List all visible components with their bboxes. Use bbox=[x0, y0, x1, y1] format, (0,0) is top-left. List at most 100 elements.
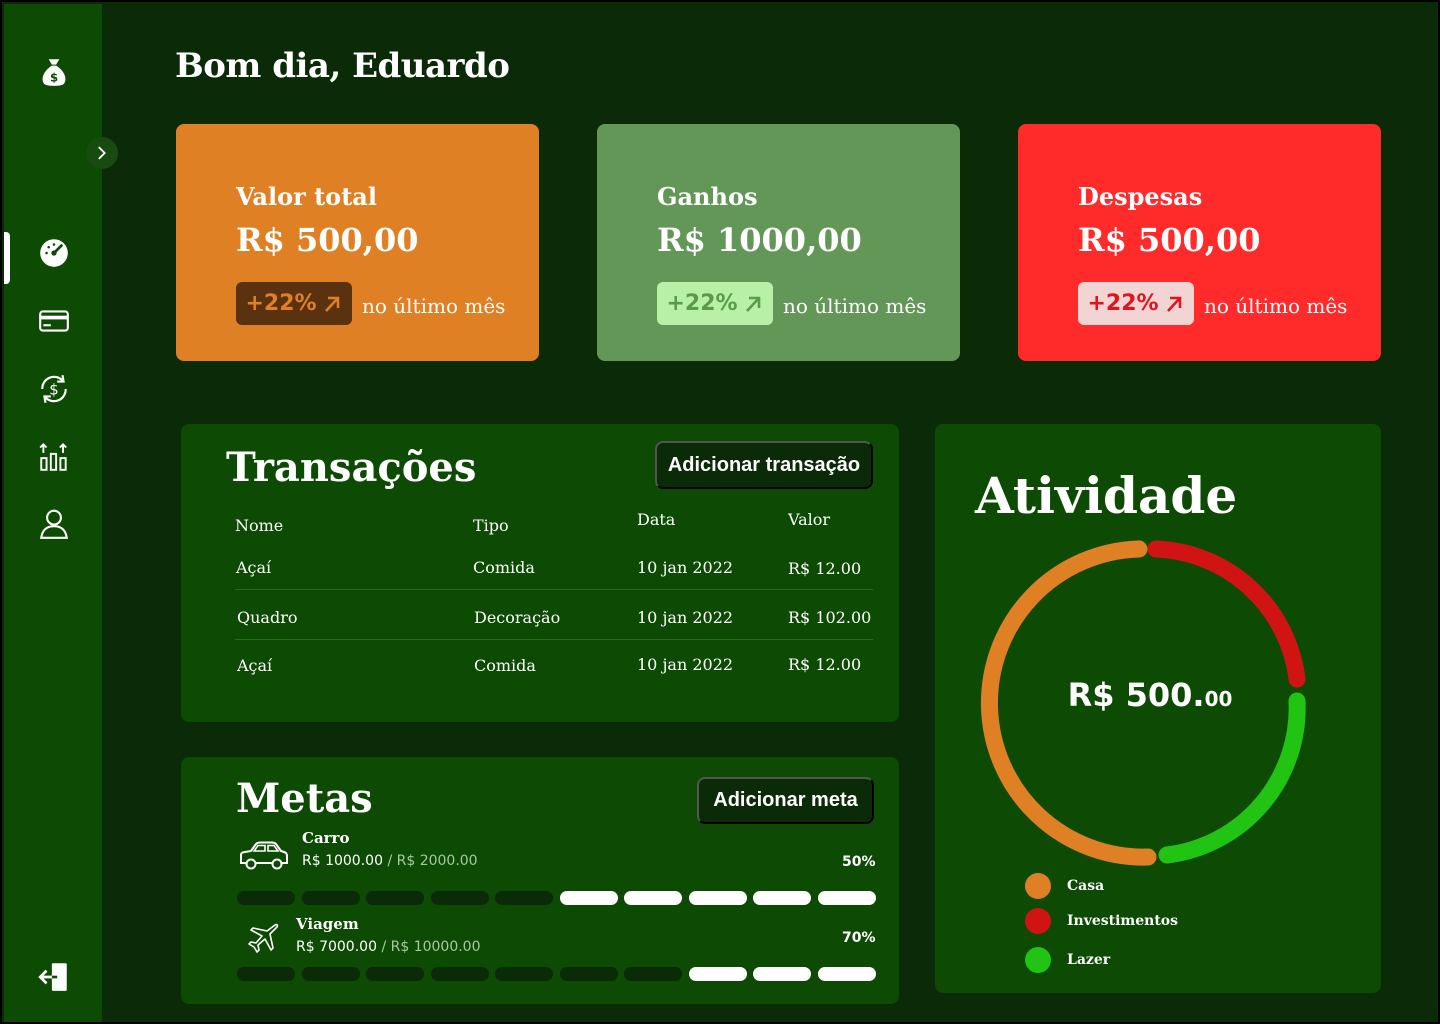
money-bag-icon[interactable]: $ bbox=[34, 52, 74, 92]
progress-segment bbox=[366, 891, 424, 905]
progress-segment bbox=[495, 891, 553, 905]
progress-segment bbox=[688, 891, 747, 905]
change-value: +22% bbox=[245, 291, 317, 316]
change-badge: +22% bbox=[657, 282, 773, 325]
row-divider bbox=[235, 639, 873, 640]
table-cell-date: 10 jan 2022 bbox=[637, 558, 734, 577]
currency-exchange-icon[interactable]: $ bbox=[34, 369, 74, 409]
stat-note: no último mês bbox=[1204, 294, 1348, 318]
transactions-panel: Transações Adicionar transação Nome Tipo… bbox=[181, 424, 899, 722]
arrow-up-right-icon bbox=[745, 296, 760, 312]
donut-segment-investimentos bbox=[1147, 540, 1306, 688]
stat-label: Valor total bbox=[236, 182, 377, 211]
add-goal-button[interactable]: Adicionar meta bbox=[697, 777, 874, 824]
table-cell-name: Açaí bbox=[236, 558, 272, 577]
table-cell-value: R$ 102.00 bbox=[788, 608, 872, 627]
goal-amount: R$ 7000.00 / R$ 10000.00 bbox=[296, 939, 481, 955]
arrow-up-right-icon bbox=[324, 296, 339, 312]
progress-segment bbox=[366, 967, 424, 981]
legend-item-lazer: Lazer bbox=[1025, 947, 1110, 973]
transactions-title: Transações bbox=[226, 444, 477, 491]
change-value: +22% bbox=[1087, 291, 1159, 316]
stat-amount: R$ 500,00 bbox=[236, 221, 419, 259]
goal-target: / R$ 10000.00 bbox=[381, 939, 481, 955]
goals-panel: Metas Adicionar meta Carro R$ 1000.00 / … bbox=[181, 757, 899, 1004]
goal-progress-bar bbox=[237, 967, 876, 981]
progress-segment bbox=[688, 967, 747, 981]
goal-target: / R$ 2000.00 bbox=[387, 853, 478, 869]
nav-active-indicator bbox=[4, 232, 10, 284]
sidebar-toggle-button[interactable] bbox=[86, 137, 118, 169]
activity-total-cents: 00 bbox=[1204, 687, 1233, 711]
table-cell-type: Comida bbox=[474, 656, 536, 675]
legend-label: Investimentos bbox=[1067, 913, 1179, 929]
table-cell-value: R$ 12.00 bbox=[788, 655, 862, 674]
goals-title: Metas bbox=[236, 775, 373, 822]
column-header-date: Data bbox=[637, 510, 676, 529]
goal-percent: 70% bbox=[842, 930, 876, 946]
table-cell-date: 10 jan 2022 bbox=[637, 608, 734, 627]
row-divider bbox=[235, 589, 873, 590]
stat-card-income: Ganhos R$ 1000,00 +22% no último mês bbox=[597, 124, 960, 361]
progress-segment bbox=[237, 967, 295, 981]
progress-segment bbox=[817, 967, 876, 981]
page-title: Bom dia, Eduardo bbox=[175, 46, 510, 86]
progress-segment bbox=[430, 967, 489, 981]
airplane-icon bbox=[248, 923, 279, 953]
chart-growth-icon[interactable] bbox=[34, 436, 74, 476]
car-icon bbox=[240, 841, 288, 870]
app-window: $ $ Bom dia, Eduardo Valor total R$ 500,… bbox=[0, 0, 1440, 1024]
legend-dot bbox=[1025, 873, 1051, 899]
credit-card-icon[interactable] bbox=[34, 301, 74, 341]
stat-amount: R$ 500,00 bbox=[1078, 221, 1261, 259]
stat-amount: R$ 1000,00 bbox=[657, 221, 862, 259]
table-cell-type: Decoração bbox=[474, 608, 561, 627]
goal-name: Carro bbox=[302, 829, 350, 847]
progress-segment bbox=[559, 967, 618, 981]
svg-text:$: $ bbox=[50, 71, 58, 85]
progress-segment bbox=[301, 891, 360, 905]
progress-segment bbox=[753, 967, 811, 981]
goal-progress-bar bbox=[237, 891, 876, 905]
legend-label: Lazer bbox=[1067, 952, 1111, 968]
legend-item-casa: Casa bbox=[1025, 873, 1104, 899]
column-header-type: Tipo bbox=[473, 516, 509, 535]
progress-segment bbox=[495, 967, 553, 981]
activity-total: R$ 500.00 bbox=[975, 676, 1325, 714]
table-cell-type: Comida bbox=[473, 558, 535, 577]
progress-segment bbox=[817, 891, 876, 905]
column-header-name: Nome bbox=[235, 516, 284, 535]
stat-card-total: Valor total R$ 500,00 +22% no último mês bbox=[176, 124, 539, 361]
progress-segment bbox=[559, 891, 618, 905]
stat-label: Ganhos bbox=[657, 182, 758, 211]
arrow-up-right-icon bbox=[1166, 296, 1181, 312]
goal-current: R$ 1000.00 bbox=[302, 853, 383, 869]
logout-icon[interactable] bbox=[34, 957, 74, 997]
goal-name: Viagem bbox=[296, 915, 359, 933]
chevron-right-icon bbox=[98, 146, 106, 160]
stat-card-expenses: Despesas R$ 500,00 +22% no último mês bbox=[1018, 124, 1381, 361]
dashboard-gauge-icon[interactable] bbox=[34, 233, 74, 273]
column-header-value: Valor bbox=[788, 510, 831, 529]
legend-dot bbox=[1025, 908, 1051, 934]
stat-label: Despesas bbox=[1078, 182, 1203, 211]
goal-percent: 50% bbox=[842, 854, 876, 870]
activity-panel: Atividade R$ 500.00 Casa Investimentos L… bbox=[935, 424, 1381, 993]
table-cell-name: Quadro bbox=[237, 608, 298, 627]
progress-segment bbox=[624, 891, 682, 905]
activity-title: Atividade bbox=[975, 466, 1238, 525]
legend-label: Casa bbox=[1067, 878, 1105, 894]
progress-segment bbox=[624, 967, 682, 981]
progress-segment bbox=[430, 891, 489, 905]
user-icon[interactable] bbox=[34, 504, 74, 544]
change-value: +22% bbox=[666, 291, 738, 316]
add-transaction-button[interactable]: Adicionar transação bbox=[655, 441, 873, 489]
progress-segment bbox=[237, 891, 295, 905]
goal-amount: R$ 1000.00 / R$ 2000.00 bbox=[302, 853, 478, 869]
stat-note: no último mês bbox=[362, 294, 506, 318]
legend-dot bbox=[1025, 947, 1051, 973]
progress-segment bbox=[753, 891, 811, 905]
svg-text:$: $ bbox=[49, 380, 58, 398]
change-badge: +22% bbox=[236, 282, 352, 325]
progress-segment bbox=[301, 967, 360, 981]
